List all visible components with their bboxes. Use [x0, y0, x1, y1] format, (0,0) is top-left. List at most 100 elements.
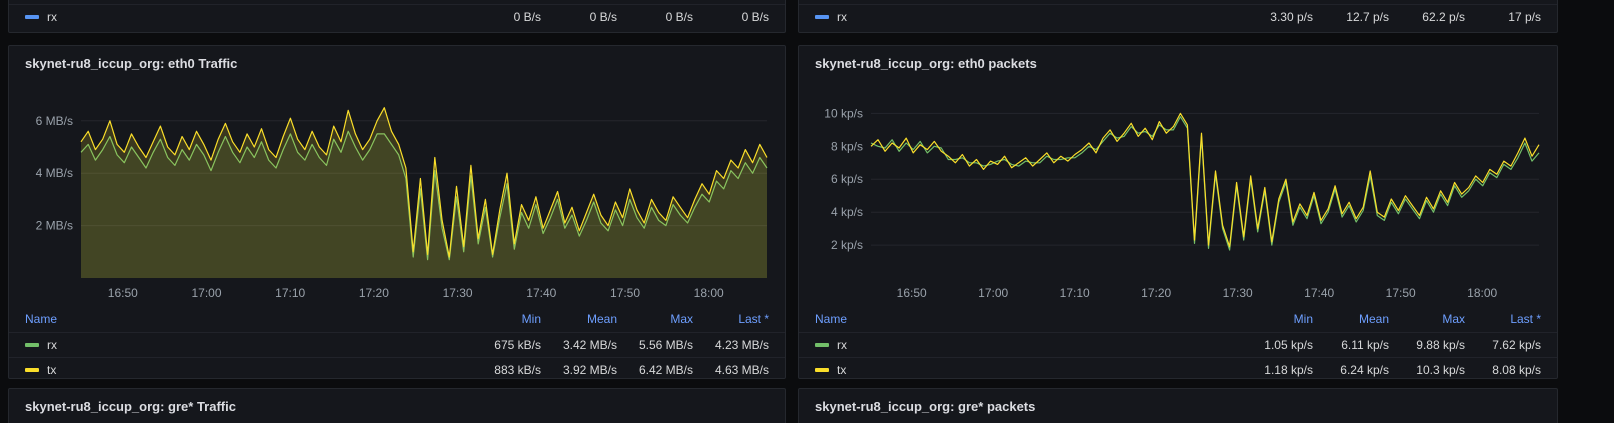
svg-text:2 MB/s: 2 MB/s	[36, 219, 73, 233]
legend-header: Name Min Mean Max Last *	[799, 306, 1557, 332]
svg-text:17:20: 17:20	[359, 286, 389, 300]
legend-value-min: 1.05 kp/s	[1264, 338, 1313, 352]
series-label: rx	[47, 338, 57, 352]
legend-value-min: 1.18 kp/s	[1264, 363, 1313, 377]
series-color-dash-icon	[25, 343, 39, 347]
grafana-dashboard: { "colors": { "legend_header": "#6e9fff"…	[0, 0, 1614, 423]
legend-col-max[interactable]: Max	[1389, 312, 1465, 326]
svg-text:6 MB/s: 6 MB/s	[36, 114, 73, 128]
svg-text:17:40: 17:40	[526, 286, 556, 300]
svg-text:17:50: 17:50	[1386, 286, 1416, 300]
legend-value-last: 0 B/s	[741, 10, 769, 24]
svg-text:16:50: 16:50	[897, 286, 927, 300]
legend-value-max: 10.3 kp/s	[1416, 363, 1465, 377]
legend-value-max: 5.56 MB/s	[638, 338, 693, 352]
legend-value-max: 0 B/s	[665, 10, 693, 24]
legend-series-name[interactable]: tx	[815, 363, 1237, 377]
legend-value-min: 3.30 p/s	[1270, 10, 1313, 24]
panel-eth0-traffic: skynet-ru8_iccup_org: eth0 Traffic 2 MB/…	[8, 45, 786, 379]
traffic-chart[interactable]: 2 MB/s 4 MB/s 6 MB/s 16:50 17:00 17:10 17:20 17…	[9, 80, 785, 304]
svg-text:2 kp/s: 2 kp/s	[831, 238, 863, 252]
legend-value-mean: 3.42 MB/s	[562, 338, 617, 352]
legend-value-min: 883 kB/s	[494, 363, 541, 377]
legend: Name Min Mean Max Last * rx 1.05 kp/s 6.…	[799, 304, 1557, 382]
panel-title[interactable]: skynet-ru8_iccup_org: gre* Traffic	[9, 389, 785, 423]
svg-text:17:30: 17:30	[443, 286, 473, 300]
series-color-dash-icon	[815, 368, 829, 372]
svg-text:18:00: 18:00	[1467, 286, 1497, 300]
series-label: tx	[47, 363, 57, 377]
panel-eth0-packets: skynet-ru8_iccup_org: eth0 packets 2 kp/…	[798, 45, 1558, 379]
svg-text:17:30: 17:30	[1223, 286, 1253, 300]
panel-partial-gre-packets: skynet-ru8_iccup_org: gre* packets	[798, 388, 1558, 423]
svg-text:18:00: 18:00	[694, 286, 724, 300]
legend-value-last: 4.63 MB/s	[714, 363, 769, 377]
legend-value-mean: 6.24 kp/s	[1340, 363, 1389, 377]
series-color-dash-icon	[25, 15, 39, 19]
panel-title[interactable]: skynet-ru8_iccup_org: eth0 Traffic	[9, 46, 785, 80]
svg-text:6 kp/s: 6 kp/s	[831, 172, 863, 186]
legend-col-max[interactable]: Max	[617, 312, 693, 326]
svg-text:4 MB/s: 4 MB/s	[36, 166, 73, 180]
panel-partial-gre-traffic: skynet-ru8_iccup_org: gre* Traffic	[8, 388, 786, 423]
svg-text:17:40: 17:40	[1304, 286, 1334, 300]
legend-series-name[interactable]: rx	[25, 10, 465, 24]
legend-series-name[interactable]: rx	[815, 338, 1237, 352]
legend-col-name[interactable]: Name	[25, 312, 465, 326]
legend-value-max: 6.42 MB/s	[638, 363, 693, 377]
legend-value-mean: 6.11 kp/s	[1341, 338, 1389, 352]
series-label: rx	[837, 338, 847, 352]
svg-text:17:10: 17:10	[275, 286, 305, 300]
legend-col-name[interactable]: Name	[815, 312, 1237, 326]
legend-col-last[interactable]: Last *	[1465, 312, 1541, 326]
series-label: rx	[837, 10, 847, 24]
series-label: rx	[47, 10, 57, 24]
legend-row-tx[interactable]: tx 883 kB/s 3.92 MB/s 6.42 MB/s 4.63 MB/…	[9, 357, 785, 382]
legend-col-last[interactable]: Last *	[693, 312, 769, 326]
legend-series-name[interactable]: tx	[25, 363, 465, 377]
legend-row-rx[interactable]: rx 1.05 kp/s 6.11 kp/s 9.88 kp/s 7.62 kp…	[799, 332, 1557, 357]
legend-value-mean: 3.92 MB/s	[562, 363, 617, 377]
svg-text:17:50: 17:50	[610, 286, 640, 300]
svg-text:4 kp/s: 4 kp/s	[831, 205, 863, 219]
panel-title[interactable]: skynet-ru8_iccup_org: gre* packets	[799, 389, 1557, 423]
legend-value-mean: 0 B/s	[589, 10, 617, 24]
traffic-chart-canvas[interactable]: 2 MB/s 4 MB/s 6 MB/s 16:50 17:00 17:10 17:20 17…	[17, 80, 779, 304]
legend-series-name[interactable]: rx	[25, 338, 465, 352]
panel-partial-top-right: rx 3.30 p/s 12.7 p/s 62.2 p/s 17 p/s	[798, 0, 1558, 33]
svg-text:8 kp/s: 8 kp/s	[831, 139, 863, 153]
legend-col-min[interactable]: Min	[1237, 312, 1313, 326]
svg-text:17:00: 17:00	[978, 286, 1008, 300]
legend-value-last: 7.62 kp/s	[1492, 338, 1541, 352]
legend-col-mean[interactable]: Mean	[541, 312, 617, 326]
svg-text:10 kp/s: 10 kp/s	[824, 106, 863, 120]
legend-row-rx[interactable]: rx 0 B/s 0 B/s 0 B/s 0 B/s	[9, 4, 785, 29]
legend-value-min: 0 B/s	[513, 10, 541, 24]
svg-text:17:10: 17:10	[1060, 286, 1090, 300]
legend-value-min: 675 kB/s	[494, 338, 541, 352]
legend-value-max: 9.88 kp/s	[1416, 338, 1465, 352]
legend-value-last: 8.08 kp/s	[1492, 363, 1541, 377]
series-color-dash-icon	[25, 368, 39, 372]
panel-title[interactable]: skynet-ru8_iccup_org: eth0 packets	[799, 46, 1557, 80]
legend-value-mean: 12.7 p/s	[1346, 10, 1389, 24]
legend: Name Min Mean Max Last * rx 675 kB/s 3.4…	[9, 304, 785, 382]
legend-row-rx[interactable]: rx 3.30 p/s 12.7 p/s 62.2 p/s 17 p/s	[799, 4, 1557, 29]
panel-partial-top-left: rx 0 B/s 0 B/s 0 B/s 0 B/s	[8, 0, 786, 33]
legend-col-min[interactable]: Min	[465, 312, 541, 326]
packets-chart-canvas[interactable]: 2 kp/s 4 kp/s 6 kp/s 8 kp/s 10 kp/s 16:50 17:0…	[807, 80, 1551, 304]
svg-text:16:50: 16:50	[108, 286, 138, 300]
legend-series-name[interactable]: rx	[815, 10, 1237, 24]
legend-value-last: 17 p/s	[1508, 10, 1541, 24]
legend-row-tx[interactable]: tx 1.18 kp/s 6.24 kp/s 10.3 kp/s 8.08 kp…	[799, 357, 1557, 382]
legend-value-last: 4.23 MB/s	[714, 338, 769, 352]
legend-row-rx[interactable]: rx 675 kB/s 3.42 MB/s 5.56 MB/s 4.23 MB/…	[9, 332, 785, 357]
series-color-dash-icon	[815, 343, 829, 347]
series-label: tx	[837, 363, 847, 377]
packets-chart[interactable]: 2 kp/s 4 kp/s 6 kp/s 8 kp/s 10 kp/s 16:50 17:0…	[799, 80, 1557, 304]
svg-text:17:00: 17:00	[191, 286, 221, 300]
series-color-dash-icon	[815, 15, 829, 19]
legend-value-max: 62.2 p/s	[1422, 10, 1465, 24]
legend-col-mean[interactable]: Mean	[1313, 312, 1389, 326]
legend-header: Name Min Mean Max Last *	[9, 306, 785, 332]
